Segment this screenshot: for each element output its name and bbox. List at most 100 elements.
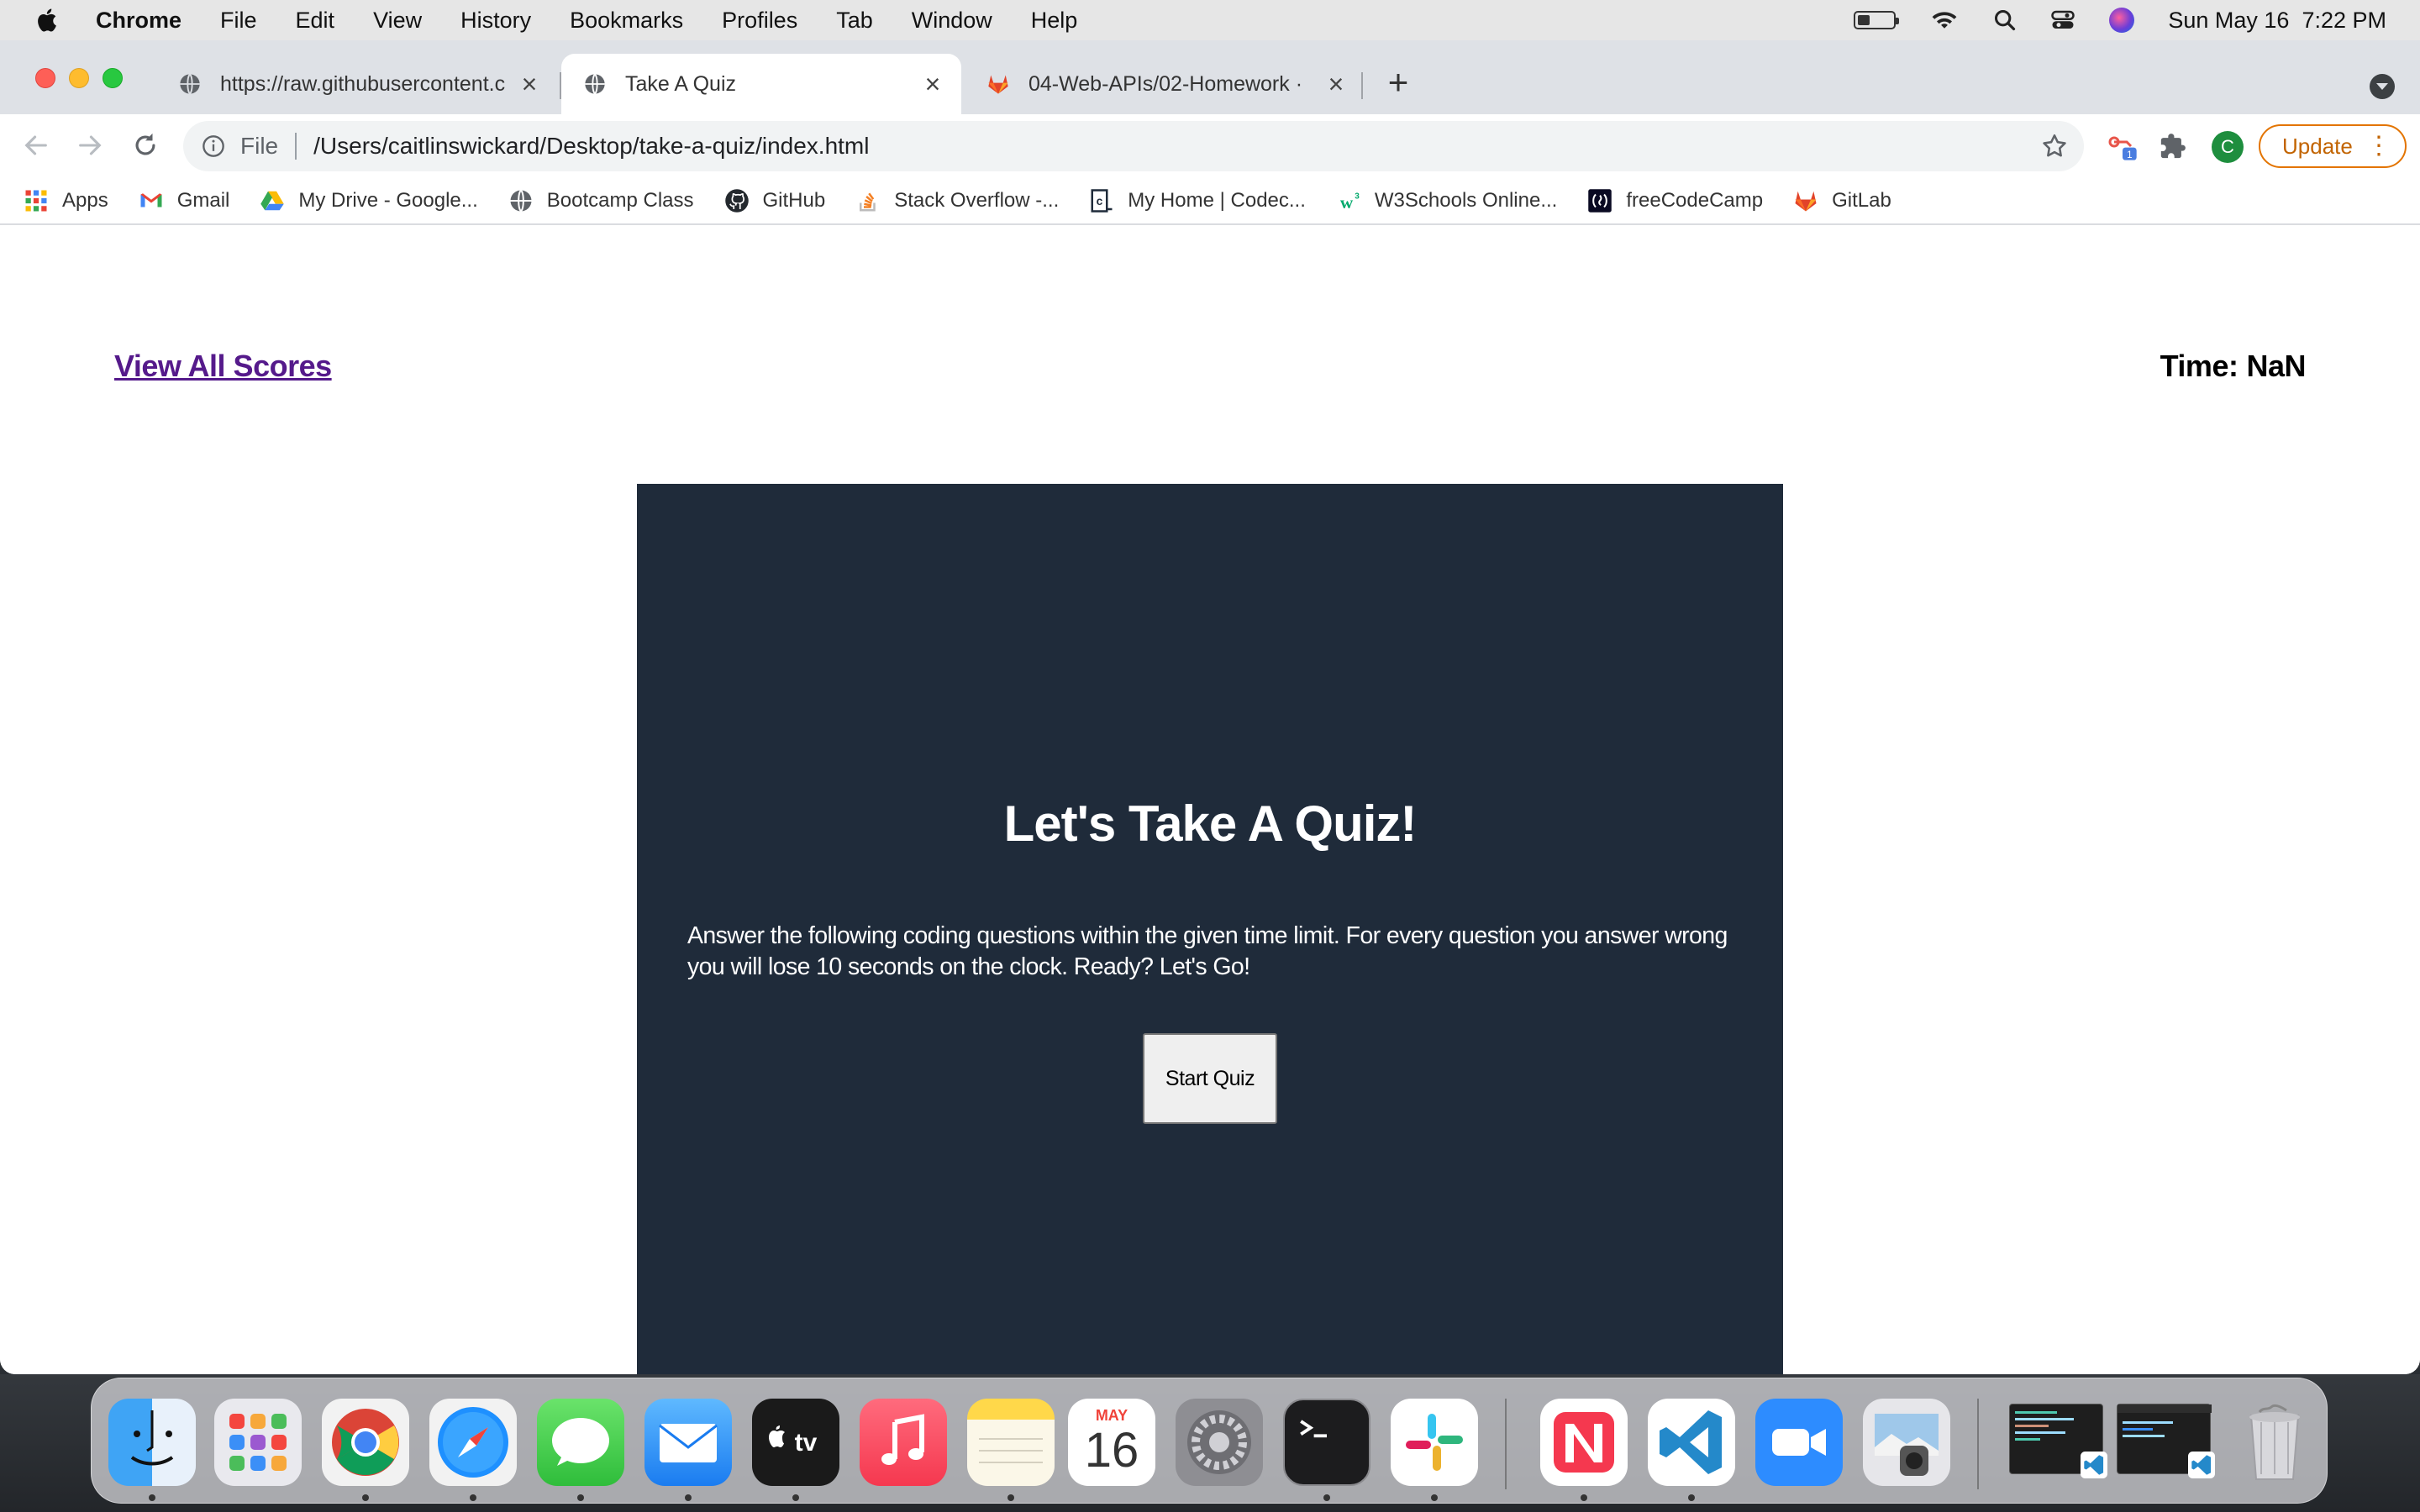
vscode-window-thumbnail[interactable] bbox=[2117, 1404, 2215, 1478]
tab-raw-githubusercontent[interactable]: https://raw.githubusercontent.c × bbox=[156, 54, 558, 114]
vscode-icon[interactable] bbox=[1648, 1399, 1735, 1486]
zoom-icon[interactable] bbox=[1755, 1399, 1843, 1486]
mail-icon[interactable] bbox=[644, 1399, 732, 1486]
siri-icon[interactable] bbox=[2109, 8, 2135, 33]
menu-tab[interactable]: Tab bbox=[836, 8, 873, 34]
safari-compass-icon bbox=[438, 1407, 508, 1478]
apple-logo-icon[interactable] bbox=[34, 6, 62, 34]
safari-icon[interactable] bbox=[429, 1399, 517, 1486]
spotlight-search-icon[interactable] bbox=[1993, 8, 2017, 32]
bookmark-w3schools[interactable]: w3 W3Schools Online... bbox=[1336, 188, 1558, 213]
tab-close-icon[interactable]: × bbox=[916, 67, 950, 101]
slack-logo-icon bbox=[1406, 1414, 1463, 1471]
bookmark-freecodecamp[interactable]: freeCodeCamp bbox=[1587, 188, 1763, 213]
system-preferences-icon[interactable] bbox=[1176, 1399, 1263, 1486]
tab-title: 04-Web-APIs/02-Homework · bbox=[1028, 71, 1303, 96]
messages-icon[interactable] bbox=[537, 1399, 624, 1486]
notes-icon[interactable] bbox=[967, 1399, 1055, 1486]
update-label: Update bbox=[2282, 133, 2353, 159]
launchpad-grid-icon bbox=[229, 1414, 287, 1471]
bookmark-label: GitLab bbox=[1832, 189, 1891, 212]
control-center-icon[interactable] bbox=[2050, 8, 2075, 33]
reload-icon bbox=[135, 133, 155, 155]
url-text[interactable]: /Users/caitlinswickard/Desktop/take-a-qu… bbox=[313, 133, 2040, 160]
forward-button[interactable] bbox=[71, 126, 109, 165]
slack-icon[interactable] bbox=[1391, 1399, 1478, 1486]
terminal-icon[interactable] bbox=[1283, 1399, 1370, 1486]
gitlab-icon bbox=[988, 75, 1008, 94]
tab-take-a-quiz[interactable]: Take A Quiz × bbox=[561, 54, 961, 114]
window-close-button[interactable] bbox=[35, 68, 55, 88]
menu-profiles[interactable]: Profiles bbox=[722, 8, 797, 34]
menubar-clock[interactable]: Sun May 16 7:22 PM bbox=[2168, 8, 2386, 34]
page-viewport: View All Scores Time: NaN Let's Take A Qu… bbox=[0, 227, 2420, 1374]
bookmark-label: My Home | Codec... bbox=[1128, 189, 1306, 212]
tab-close-icon[interactable]: × bbox=[1319, 67, 1353, 101]
bookmark-github[interactable]: GitHub bbox=[724, 188, 825, 213]
menu-view[interactable]: View bbox=[373, 8, 422, 34]
window-minimize-button[interactable] bbox=[69, 68, 89, 88]
quiz-card: Let's Take A Quiz! Answer the following … bbox=[637, 484, 1783, 1374]
menu-edit[interactable]: Edit bbox=[296, 8, 335, 34]
menu-app-name[interactable]: Chrome bbox=[96, 8, 182, 34]
extensions-menu-button[interactable] bbox=[2156, 129, 2190, 163]
bookmark-label: Gmail bbox=[176, 189, 230, 212]
github-icon bbox=[724, 189, 749, 213]
bookmark-bootcamp-class[interactable]: Bootcamp Class bbox=[508, 188, 694, 213]
extension-button[interactable]: 1 bbox=[2106, 129, 2139, 163]
menu-help[interactable]: Help bbox=[1031, 8, 1078, 34]
bookmark-gmail[interactable]: Gmail bbox=[139, 188, 230, 213]
gitlab-icon bbox=[1795, 191, 1817, 212]
globe-icon bbox=[585, 73, 605, 95]
terminal-prompt-icon bbox=[1300, 1420, 1327, 1438]
bookmark-star-icon[interactable] bbox=[2040, 132, 2069, 160]
running-indicator bbox=[1581, 1494, 1587, 1501]
bookmark-stack-overflow[interactable]: Stack Overflow -... bbox=[855, 188, 1059, 213]
calendar-icon[interactable]: MAY 16 bbox=[1068, 1399, 1155, 1486]
menu-history[interactable]: History bbox=[460, 8, 531, 34]
tab-title: https://raw.githubusercontent.c bbox=[220, 71, 506, 96]
launchpad-icon[interactable] bbox=[214, 1399, 302, 1486]
running-indicator bbox=[577, 1494, 584, 1501]
svg-text:tv: tv bbox=[795, 1429, 818, 1457]
apple-tv-icon[interactable]: tv bbox=[752, 1399, 839, 1486]
browser-toolbar: File /Users/caitlinswickard/Desktop/take… bbox=[0, 114, 2420, 178]
tab-search-icon[interactable] bbox=[2370, 74, 2395, 99]
bookmark-google-drive[interactable]: My Drive - Google... bbox=[260, 188, 478, 213]
update-button[interactable]: Update ⋮ bbox=[2259, 124, 2407, 168]
info-icon[interactable] bbox=[202, 134, 225, 158]
trash-icon[interactable] bbox=[2231, 1399, 2318, 1486]
menu-bookmarks[interactable]: Bookmarks bbox=[570, 8, 683, 34]
tab-divider bbox=[1361, 72, 1363, 99]
profile-avatar[interactable]: C bbox=[2212, 131, 2244, 163]
battery-icon[interactable] bbox=[1854, 11, 1900, 29]
google-drive-icon bbox=[260, 191, 285, 211]
reload-button[interactable] bbox=[126, 126, 165, 165]
music-icon[interactable] bbox=[860, 1399, 947, 1486]
menu-file[interactable]: File bbox=[220, 8, 257, 34]
finder-icon[interactable] bbox=[108, 1399, 196, 1486]
wifi-icon[interactable] bbox=[1929, 8, 1960, 33]
view-all-scores-link[interactable]: View All Scores bbox=[114, 349, 332, 384]
preview-icon[interactable] bbox=[1863, 1399, 1950, 1486]
tab-close-icon[interactable]: × bbox=[513, 67, 546, 101]
bookmark-codecademy[interactable]: c My Home | Codec... bbox=[1089, 188, 1306, 213]
running-indicator bbox=[362, 1494, 369, 1501]
chrome-icon[interactable] bbox=[322, 1399, 409, 1486]
extension-badge: 1 bbox=[2127, 150, 2132, 160]
address-bar[interactable]: File /Users/caitlinswickard/Desktop/take… bbox=[183, 121, 2084, 171]
tab-strip: https://raw.githubusercontent.c × Take A… bbox=[0, 40, 2420, 114]
stackoverflow-icon bbox=[860, 192, 876, 212]
news-icon[interactable] bbox=[1540, 1399, 1628, 1486]
tab-gitlab-homework[interactable]: 04-Web-APIs/02-Homework · × bbox=[965, 54, 1365, 114]
start-quiz-button[interactable]: Start Quiz bbox=[1143, 1033, 1277, 1124]
vscode-window-thumbnail[interactable] bbox=[2009, 1404, 2107, 1478]
back-button[interactable] bbox=[17, 126, 55, 165]
freecodecamp-icon bbox=[1588, 189, 1612, 213]
bookmark-gitlab[interactable]: GitLab bbox=[1793, 188, 1891, 213]
bookmark-apps[interactable]: Apps bbox=[24, 188, 108, 213]
window-zoom-button[interactable] bbox=[103, 68, 123, 88]
timer-display: Time: NaN bbox=[2160, 349, 2307, 384]
new-tab-button[interactable]: + bbox=[1380, 65, 1417, 102]
menu-window[interactable]: Window bbox=[912, 8, 992, 34]
